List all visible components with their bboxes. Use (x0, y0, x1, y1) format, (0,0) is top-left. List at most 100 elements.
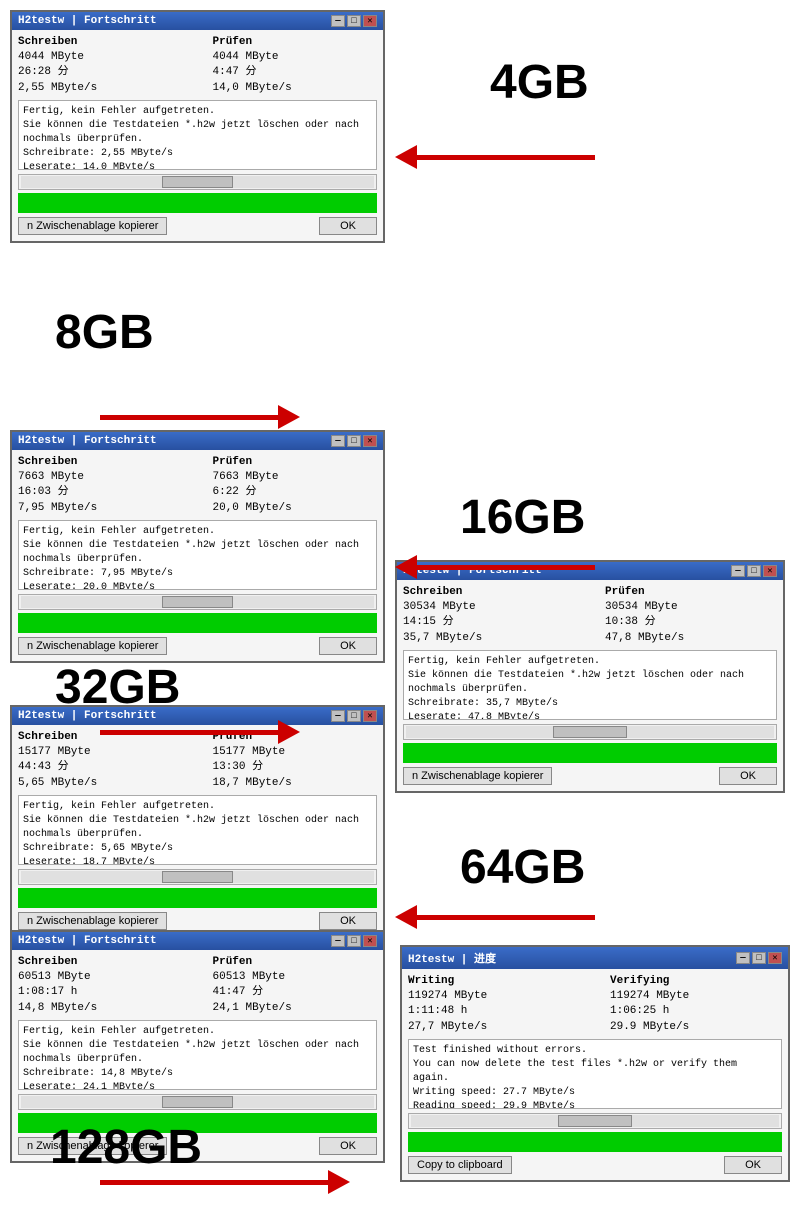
close-button[interactable]: ✕ (768, 952, 782, 964)
window-content-win128gb: Writing 119274 MByte1:11:48 h27,7 MByte/s… (402, 969, 788, 1180)
copy-clipboard-button-win8gb[interactable]: n Zwischenablage kopierer (18, 637, 167, 655)
minimize-button[interactable]: — (331, 935, 345, 947)
verify-values-win32gb: 30534 MByte10:38 分47,8 MByte/s (605, 600, 777, 646)
maximize-button[interactable]: □ (752, 952, 766, 964)
ok-button-win32gb[interactable]: OK (719, 767, 777, 785)
maximize-button[interactable]: □ (347, 15, 361, 27)
footer-win32gb: n Zwischenablage kopierer OK (403, 767, 777, 785)
write-values-win4gb: 4044 MByte26:28 分2,55 MByte/s (18, 50, 183, 96)
titlebar-win4gb: H2testw | Fortschritt —□✕ (12, 12, 383, 30)
footer-win128gb: Copy to clipboard OK (408, 1156, 782, 1174)
window-content-win4gb: Schreiben 4044 MByte26:28 分2,55 MByte/s Pr… (12, 30, 383, 241)
size-label-label-32gb: 32GB (55, 660, 180, 715)
progress-bar-win4gb (18, 193, 377, 213)
scrollbar-win128gb[interactable] (408, 1113, 782, 1129)
ok-button-win64gb[interactable]: OK (319, 1137, 377, 1155)
maximize-button[interactable]: □ (747, 565, 761, 577)
verify-header-win64gb: Prüfen (213, 956, 378, 968)
scrollbar-win64gb[interactable] (18, 1094, 377, 1110)
verify-header-win4gb: Prüfen (213, 36, 378, 48)
close-button[interactable]: ✕ (763, 565, 777, 577)
scrollbar-win4gb[interactable] (18, 174, 377, 190)
write-header-win32gb: Schreiben (403, 586, 575, 598)
footer-win4gb: n Zwischenablage kopierer OK (18, 217, 377, 235)
progress-bar-win8gb (18, 613, 377, 633)
red-arrow-arrow-64gb (395, 905, 595, 929)
verify-values-win64gb: 60513 MByte41:47 分24,1 MByte/s (213, 970, 378, 1016)
copy-clipboard-button-win4gb[interactable]: n Zwischenablage kopierer (18, 217, 167, 235)
write-header-win8gb: Schreiben (18, 456, 183, 468)
write-header-win4gb: Schreiben (18, 36, 183, 48)
ok-button-win16gb[interactable]: OK (319, 912, 377, 930)
write-header-win64gb: Schreiben (18, 956, 183, 968)
scrollbar-win16gb[interactable] (18, 869, 377, 885)
verify-values-win16gb: 15177 MByte13:30 分18,7 MByte/s (213, 745, 378, 791)
size-label-label-4gb: 4GB (490, 55, 589, 110)
verify-header-win8gb: Prüfen (213, 456, 378, 468)
ok-button-win4gb[interactable]: OK (319, 217, 377, 235)
result-textbox-win8gb: Fertig, kein Fehler aufgetreten. Sie kön… (18, 520, 377, 590)
verify-values-win8gb: 7663 MByte6:22 分20,0 MByte/s (213, 470, 378, 516)
progress-bar-win128gb (408, 1132, 782, 1152)
titlebar-win64gb: H2testw | Fortschritt —□✕ (12, 932, 383, 950)
result-textbox-win4gb: Fertig, kein Fehler aufgetreten. Sie kön… (18, 100, 377, 170)
size-label-label-128gb: 128GB (50, 1120, 202, 1175)
h2testw-window-win8gb: H2testw | Fortschritt—□✕ Schreiben 7663 MB… (10, 430, 385, 663)
maximize-button[interactable]: □ (347, 935, 361, 947)
window-content-win8gb: Schreiben 7663 MByte16:03 分7,95 MByte/s Pr… (12, 450, 383, 661)
size-label-label-64gb: 64GB (460, 840, 585, 895)
footer-win8gb: n Zwischenablage kopierer OK (18, 637, 377, 655)
close-button[interactable]: ✕ (363, 935, 377, 947)
close-button[interactable]: ✕ (363, 435, 377, 447)
window-content-win32gb: Schreiben 30534 MByte14:15 分35,7 MByte/s P… (397, 580, 783, 791)
titlebar-win8gb: H2testw | Fortschritt—□✕ (12, 432, 383, 450)
close-button[interactable]: ✕ (363, 710, 377, 722)
h2testw-window-win4gb: H2testw | Fortschritt —□✕ Schreiben 4044 MB… (10, 10, 385, 243)
minimize-button[interactable]: — (731, 565, 745, 577)
footer-win16gb: n Zwischenablage kopierer OK (18, 912, 377, 930)
result-textbox-win16gb: Fertig, kein Fehler aufgetreten. Sie kön… (18, 795, 377, 865)
result-textbox-win128gb: Test finished without errors. You can no… (408, 1039, 782, 1109)
verify-header-win32gb: Prüfen (605, 586, 777, 598)
write-values-win32gb: 30534 MByte14:15 分35,7 MByte/s (403, 600, 575, 646)
window-title-win64gb: H2testw | Fortschritt (18, 935, 157, 947)
h2testw-window-win128gb: H2testw | 进度 —□✕ Writing 119274 MByte1:11:4… (400, 945, 790, 1182)
size-label-label-16gb: 16GB (460, 490, 585, 545)
minimize-button[interactable]: — (331, 435, 345, 447)
verify-values-win128gb: 119274 MByte1:06:25 h29.9 MByte/s (610, 989, 782, 1035)
result-textbox-win32gb: Fertig, kein Fehler aufgetreten. Sie kön… (403, 650, 777, 720)
minimize-button[interactable]: — (736, 952, 750, 964)
maximize-button[interactable]: □ (347, 710, 361, 722)
scrollbar-win8gb[interactable] (18, 594, 377, 610)
red-arrow-arrow-8gb (100, 405, 300, 429)
red-arrow-arrow-16gb (395, 555, 595, 579)
minimize-button[interactable]: — (331, 710, 345, 722)
write-header-win128gb: Writing (408, 975, 580, 987)
write-values-win128gb: 119274 MByte1:11:48 h27,7 MByte/s (408, 989, 580, 1035)
copy-clipboard-button-win16gb[interactable]: n Zwischenablage kopierer (18, 912, 167, 930)
scrollbar-win32gb[interactable] (403, 724, 777, 740)
write-values-win64gb: 60513 MByte1:08:17 h14,8 MByte/s (18, 970, 183, 1016)
verify-header-win128gb: Verifying (610, 975, 782, 987)
maximize-button[interactable]: □ (347, 435, 361, 447)
window-title-win4gb: H2testw | Fortschritt (18, 15, 157, 27)
ok-button-win8gb[interactable]: OK (319, 637, 377, 655)
red-arrow-arrow-128gb (100, 1170, 350, 1194)
ok-button-win128gb[interactable]: OK (724, 1156, 782, 1174)
minimize-button[interactable]: — (331, 15, 345, 27)
h2testw-window-win32gb: H2testw | Fortschritt—□✕Schreiben30534 M… (395, 560, 785, 793)
page-container: H2testw | Fortschritt—□✕Schreiben4044 MB… (0, 0, 800, 1208)
write-values-win16gb: 15177 MByte44:43 分5,65 MByte/s (18, 745, 183, 791)
progress-bar-win16gb (18, 888, 377, 908)
copy-clipboard-button-win32gb[interactable]: n Zwischenablage kopierer (403, 767, 552, 785)
red-arrow-arrow-4gb (395, 145, 595, 169)
write-values-win8gb: 7663 MByte16:03 分7,95 MByte/s (18, 470, 183, 516)
close-button[interactable]: ✕ (363, 15, 377, 27)
verify-values-win4gb: 4044 MByte4:47 分14,0 MByte/s (213, 50, 378, 96)
window-content-win16gb: Schreiben15177 MByte44:43 分5,65 MByte/sP… (12, 725, 383, 936)
size-label-label-8gb: 8GB (55, 305, 154, 360)
result-textbox-win64gb: Fertig, kein Fehler aufgetreten. Sie kön… (18, 1020, 377, 1090)
progress-bar-win32gb (403, 743, 777, 763)
copy-clipboard-button-win128gb[interactable]: Copy to clipboard (408, 1156, 512, 1174)
window-title-win128gb: H2testw | 进度 (408, 950, 496, 966)
